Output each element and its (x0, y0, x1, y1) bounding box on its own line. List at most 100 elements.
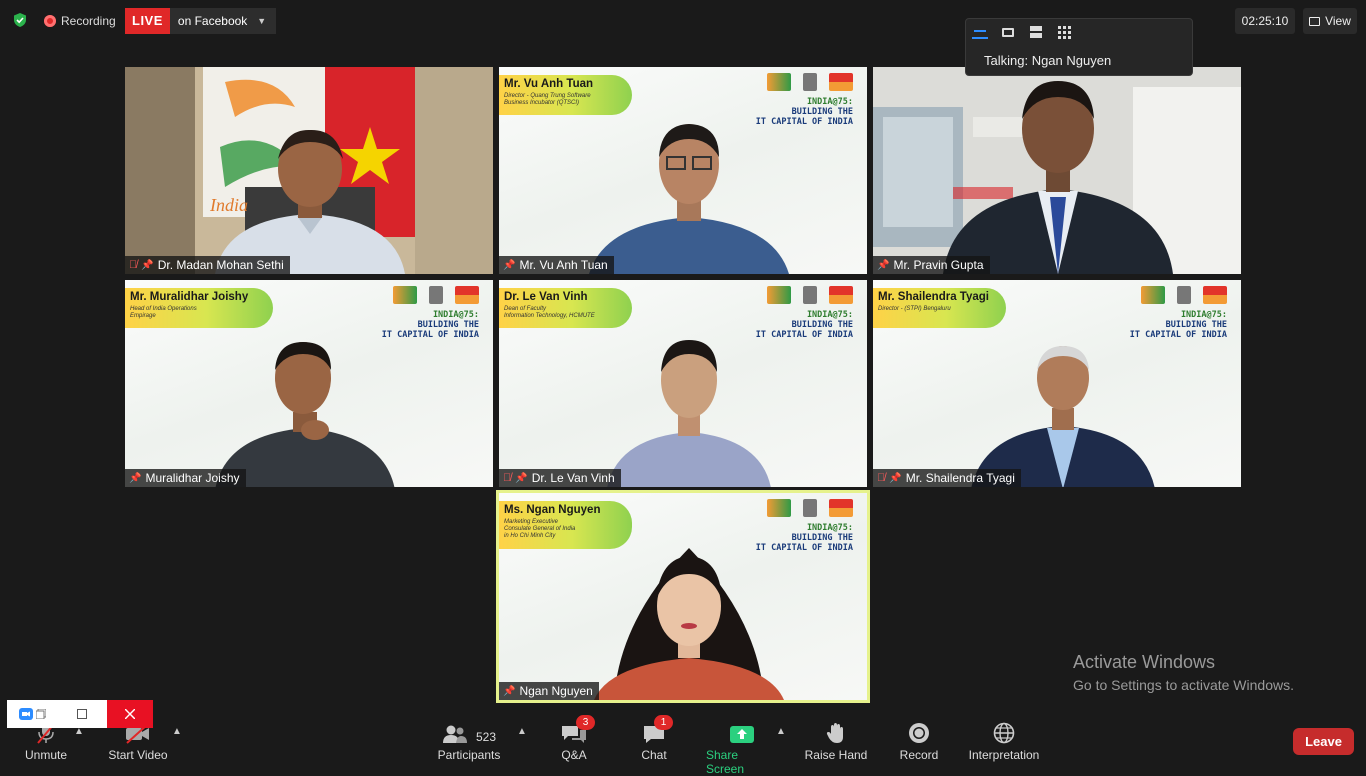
event-logos (393, 286, 479, 304)
activate-subtitle: Go to Settings to activate Windows. (1073, 677, 1294, 693)
pin-icon: 📌 (889, 472, 902, 484)
theme-line-1: INDIA@75: (432, 310, 479, 320)
interpretation-label: Interpretation (968, 748, 1040, 762)
recording-indicator[interactable]: Recording (44, 12, 116, 30)
video-tile-shailendra-tyagi[interactable]: Mr. Shailendra Tyagi Director - (STPI) B… (873, 280, 1241, 487)
leave-button[interactable]: Leave (1293, 728, 1354, 755)
talking-label: Talking: Ngan Nguyen (984, 53, 1112, 68)
close-button[interactable] (107, 700, 153, 728)
emblem-icon (803, 286, 817, 304)
video-tile-le-van-vinh[interactable]: Dr. Le Van Vinh Dean of Faculty Informat… (499, 280, 867, 487)
tile-nameplate: 📌 Mr. Pravin Gupta (873, 256, 990, 274)
security-shield-icon[interactable] (12, 12, 28, 28)
mic-muted-icon: 🎙̸ (129, 259, 138, 271)
video-tile-ngan-nguyen[interactable]: Ms. Ngan Nguyen Marketing Executive Cons… (496, 490, 870, 703)
event-logos (767, 73, 853, 91)
video-tile-muralidhar-joishy[interactable]: Mr. Muralidhar Joishy Head of India Oper… (125, 280, 493, 487)
badge-role: Dean of Faculty Information Technology, … (504, 306, 595, 319)
speaker-badge: Mr. Vu Anh Tuan Director - Quang Trung S… (499, 75, 632, 115)
azadi-logo-icon (767, 499, 791, 517)
qa-button[interactable]: 3 Q&A (558, 715, 595, 762)
participants-options-caret-icon[interactable]: ▲ (517, 726, 527, 737)
theme-line-2: BUILDING THE (791, 107, 853, 117)
flag-logo-icon (829, 286, 853, 304)
badge-name: Mr. Vu Anh Tuan (504, 78, 594, 90)
chat-count-badge: 1 (654, 715, 673, 730)
video-tile-madan-mohan-sethi[interactable]: India 🎙̸ 📌 Dr. Madan Mohan Sethi (125, 67, 493, 274)
flag-logo-icon (1203, 286, 1227, 304)
pin-icon: 📌 (515, 472, 528, 484)
video-tile-vu-anh-tuan[interactable]: Mr. Vu Anh Tuan Director - Quang Trung S… (499, 67, 867, 274)
view-grid-icon (1309, 16, 1321, 26)
event-theme-text: INDIA@75: BUILDING THE IT CAPITAL OF IND… (1130, 310, 1227, 340)
flag-logo-icon (829, 499, 853, 517)
azadi-logo-icon (767, 286, 791, 304)
share-options-caret-icon[interactable]: ▲ (776, 726, 786, 737)
pin-icon: 📌 (503, 685, 516, 697)
video-options-caret-icon[interactable]: ▲ (172, 726, 182, 737)
participant-video (943, 81, 1173, 274)
layout-switcher[interactable] (972, 25, 1072, 39)
talking-popup: Talking: Ngan Nguyen (965, 18, 1193, 76)
record-icon (908, 720, 930, 744)
event-logos (767, 499, 853, 517)
participants-button[interactable]: 523 Participants (437, 720, 501, 762)
layout-gallery-icon[interactable] (1056, 25, 1072, 39)
unmute-label: Unmute (24, 748, 68, 762)
badge-name: Mr. Shailendra Tyagi (878, 291, 989, 303)
pin-icon: 📌 (141, 259, 154, 271)
speaker-badge: Dr. Le Van Vinh Dean of Faculty Informat… (499, 288, 632, 328)
participant-name: Mr. Shailendra Tyagi (905, 471, 1015, 485)
raise-hand-button[interactable]: Raise Hand (804, 720, 868, 762)
record-button[interactable]: Record (899, 720, 939, 762)
emblem-icon (429, 286, 443, 304)
tile-nameplate: 🎙̸ 📌 Dr. Madan Mohan Sethi (125, 256, 290, 274)
tile-nameplate: 🎙̸ 📌 Mr. Shailendra Tyagi (873, 469, 1021, 487)
participant-name: Dr. Madan Mohan Sethi (157, 258, 284, 272)
participant-name: Muralidhar Joishy (145, 471, 240, 485)
layout-minimized-icon[interactable] (972, 25, 988, 39)
chat-label: Chat (641, 748, 667, 762)
tile-nameplate: 📌 Mr. Vu Anh Tuan (499, 256, 614, 274)
live-badge: LIVE (125, 8, 170, 34)
participant-video (971, 346, 1155, 487)
layout-split-icon[interactable] (1028, 25, 1044, 39)
zoom-restore-button[interactable] (7, 700, 57, 728)
flag-logo-icon (829, 73, 853, 91)
participants-icon-wrap: 523 (442, 720, 496, 744)
maximize-icon (77, 709, 87, 719)
emblem-icon (1177, 286, 1191, 304)
globe-icon (993, 720, 1015, 744)
video-tile-pravin-gupta[interactable]: 📌 Mr. Pravin Gupta (873, 67, 1241, 274)
participant-name: Ngan Nguyen (519, 684, 593, 698)
qa-count-badge: 3 (576, 715, 595, 730)
speaker-badge: Mr. Shailendra Tyagi Director - (STPI) B… (873, 288, 1006, 328)
view-button[interactable]: View (1303, 8, 1357, 34)
tile-nameplate: 🎙̸ 📌 Dr. Le Van Vinh (499, 469, 621, 487)
share-screen-icon (729, 720, 755, 744)
participant-name: Mr. Pravin Gupta (893, 258, 984, 272)
live-destination-dropdown[interactable]: on Facebook ▼ (169, 8, 277, 34)
live-stream-indicator[interactable]: LIVE on Facebook ▼ (125, 8, 277, 34)
recording-label: Recording (61, 14, 116, 28)
close-icon (125, 709, 135, 719)
azadi-logo-icon (1141, 286, 1165, 304)
chat-button[interactable]: 1 Chat (640, 715, 673, 762)
theme-line-2: BUILDING THE (1165, 320, 1227, 330)
emblem-icon (803, 499, 817, 517)
tile-nameplate: 📌 Ngan Nguyen (499, 682, 599, 700)
event-logos (1141, 286, 1227, 304)
theme-line-1: INDIA@75: (1180, 310, 1227, 320)
theme-line-2: BUILDING THE (417, 320, 479, 330)
layout-speaker-icon[interactable] (1000, 25, 1016, 39)
participant-video (215, 342, 395, 487)
event-theme-text: INDIA@75: BUILDING THE IT CAPITAL OF IND… (756, 310, 853, 340)
flag-logo-icon (455, 286, 479, 304)
raise-hand-icon (826, 720, 846, 744)
maximize-button[interactable] (57, 700, 107, 728)
raise-hand-label: Raise Hand (804, 748, 868, 762)
badge-name: Dr. Le Van Vinh (504, 291, 588, 303)
interpretation-button[interactable]: Interpretation (966, 720, 1042, 762)
participant-count: 523 (475, 730, 497, 744)
theme-line-3: IT CAPITAL OF INDIA (381, 330, 479, 340)
